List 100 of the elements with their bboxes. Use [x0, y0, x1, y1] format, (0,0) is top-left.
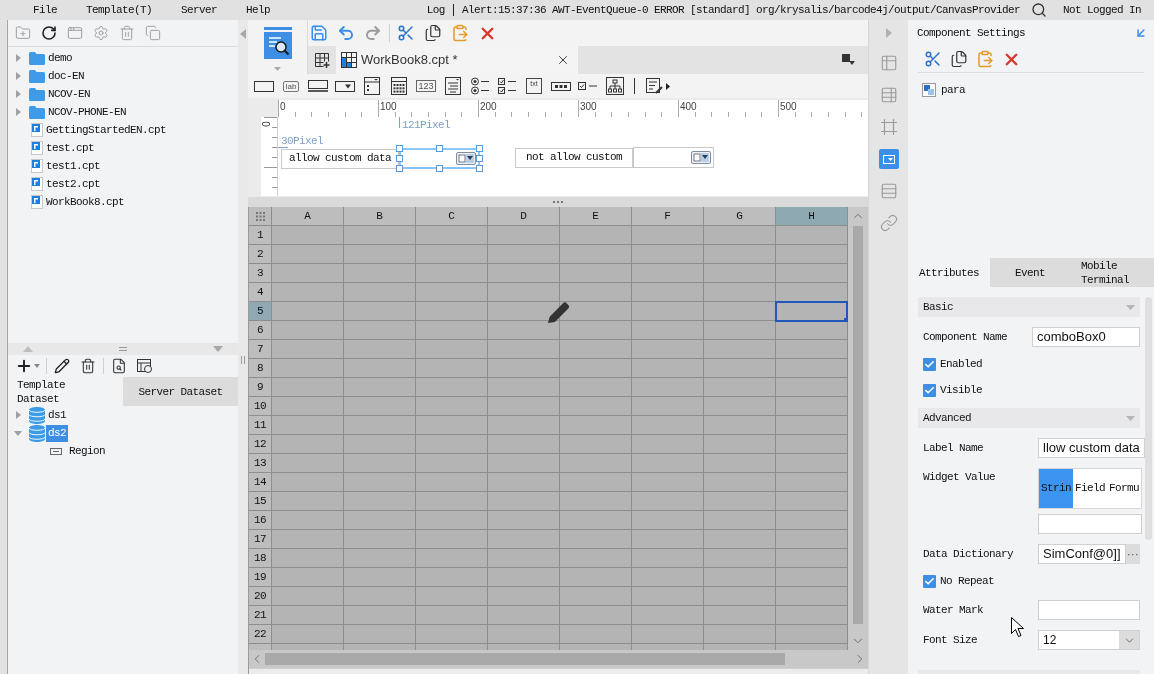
row-header[interactable]: 18 — [249, 549, 272, 568]
section-header[interactable]: Basic — [918, 297, 1140, 317]
text-input[interactable]: comboBox0 — [1032, 327, 1140, 347]
select-all-button[interactable] — [249, 207, 272, 226]
dataset-item[interactable]: ds1 — [46, 406, 68, 424]
tree-item[interactable]: NCOV-PHONE-EN — [48, 105, 126, 119]
row-header[interactable]: 21 — [249, 606, 272, 625]
tree-item[interactable]: test.cpt — [46, 141, 94, 155]
row-header[interactable]: 11 — [249, 416, 272, 435]
component-tree-item[interactable]: para — [941, 83, 965, 97]
collapsed-arrow-icon[interactable] — [15, 411, 21, 419]
scrollbar-thumb[interactable] — [265, 653, 785, 665]
row-header[interactable]: 10 — [249, 397, 272, 416]
table-edit-icon — [137, 358, 153, 374]
checkbox[interactable] — [923, 383, 936, 397]
panel-component-icon — [922, 83, 936, 97]
triangle-down-icon — [213, 346, 223, 352]
column-header[interactable]: H — [776, 207, 848, 226]
text-input[interactable]: llow custom data — [1038, 438, 1145, 458]
row-header[interactable]: 2 — [249, 245, 272, 264]
section-header[interactable]: Advanced — [918, 408, 1140, 428]
resize-handle[interactable] — [436, 145, 443, 152]
ruler-label: 0 — [259, 121, 270, 127]
triangle-right-icon[interactable] — [885, 28, 892, 38]
side-tool-button[interactable] — [878, 213, 899, 233]
widget-button[interactable]: 123 — [414, 75, 438, 97]
select-field[interactable]: 12 — [1038, 630, 1140, 650]
row-header[interactable]: 8 — [249, 359, 272, 378]
menu-item[interactable]: Template(T) — [86, 3, 153, 17]
tree-item[interactable]: demo — [48, 51, 72, 65]
row-header[interactable]: 14 — [249, 473, 272, 492]
database-icon — [29, 406, 45, 424]
dataset-field-item[interactable]: Region — [68, 444, 106, 458]
row-header[interactable]: 20 — [249, 587, 272, 606]
fill-handle[interactable] — [844, 318, 848, 322]
row-header[interactable]: 5 — [249, 302, 272, 321]
tree-item[interactable]: doc-EN — [48, 69, 84, 83]
checkbox[interactable] — [923, 574, 936, 588]
panel-tab[interactable]: Server Dataset — [123, 377, 238, 406]
scrollbar-thumb[interactable] — [1145, 297, 1152, 540]
tree-item[interactable]: test1.cpt — [46, 159, 100, 173]
widget-button[interactable] — [603, 75, 627, 97]
row-header[interactable]: 16 — [249, 511, 272, 530]
collapsed-arrow-icon[interactable] — [15, 72, 21, 80]
row-header[interactable]: 17 — [249, 530, 272, 549]
row-header[interactable]: 6 — [249, 321, 272, 340]
document-tab[interactable]: WorkBook8.cpt * — [336, 46, 578, 74]
row-header[interactable]: 19 — [249, 568, 272, 587]
vertical-scrollbar[interactable] — [848, 207, 868, 650]
segment-option[interactable]: Strin — [1039, 469, 1073, 508]
tree-item[interactable]: NCOV-EN — [48, 87, 90, 101]
side-tool-button[interactable] — [878, 149, 899, 169]
properties-tab[interactable]: Mobile Terminal — [1070, 258, 1154, 287]
row-header[interactable]: 1 — [249, 226, 272, 245]
column-header[interactable]: E — [560, 207, 632, 226]
collapsed-arrow-icon[interactable] — [15, 108, 21, 116]
menu-item[interactable]: File — [33, 3, 57, 17]
dock-button[interactable] — [1134, 26, 1148, 40]
widget-button[interactable] — [468, 75, 492, 97]
column-header[interactable]: B — [344, 207, 416, 226]
menu-item[interactable]: Server — [181, 3, 218, 17]
scissors-icon — [397, 24, 415, 42]
row-header[interactable]: 12 — [249, 435, 272, 454]
expanded-arrow-icon[interactable] — [14, 430, 22, 436]
widget-button[interactable]: lab — [279, 75, 303, 97]
preview-button[interactable] — [263, 27, 292, 71]
row-header[interactable]: 9 — [249, 378, 272, 397]
text-input[interactable]: SimConf@0]] — [1038, 544, 1126, 564]
row-header[interactable]: 7 — [249, 340, 272, 359]
collapsed-arrow-icon[interactable] — [15, 54, 21, 62]
column-header[interactable]: C — [416, 207, 488, 226]
row-header[interactable]: 4 — [249, 283, 272, 302]
label-widget: not allow custom — [515, 147, 633, 168]
search-button[interactable] — [1030, 1, 1048, 19]
text-input[interactable] — [1038, 514, 1142, 534]
column-header[interactable]: A — [272, 207, 344, 226]
column-header[interactable]: F — [632, 207, 704, 226]
scrollbar-thumb[interactable] — [853, 226, 863, 624]
collapsed-arrow-icon[interactable] — [15, 90, 21, 98]
tree-item[interactable]: test2.cpt — [46, 177, 100, 191]
column-header[interactable]: G — [704, 207, 776, 226]
tree-item[interactable]: WorkBook8.cpt — [46, 195, 124, 209]
row-header[interactable]: 15 — [249, 492, 272, 511]
login-status[interactable]: Not Logged In — [1063, 3, 1141, 17]
column-header[interactable]: D — [488, 207, 560, 226]
menu-item[interactable]: Help — [246, 3, 271, 17]
checkbox[interactable] — [923, 357, 936, 371]
row-header[interactable]: 13 — [249, 454, 272, 473]
tree-item[interactable]: GettingStartedEN.cpt — [46, 123, 167, 137]
properties-tab[interactable]: Event — [990, 258, 1070, 287]
widget-button[interactable] — [495, 75, 519, 97]
row-header[interactable]: 22 — [249, 625, 272, 644]
close-icon[interactable] — [556, 53, 570, 67]
side-tool-button[interactable] — [878, 117, 899, 137]
row-header[interactable]: 3 — [249, 264, 272, 283]
resize-handle[interactable] — [436, 165, 443, 172]
active-cell-outline[interactable] — [775, 301, 848, 322]
log-button[interactable]: Log — [426, 3, 445, 17]
text-input[interactable] — [1038, 600, 1140, 620]
horizontal-scrollbar[interactable] — [249, 650, 868, 668]
